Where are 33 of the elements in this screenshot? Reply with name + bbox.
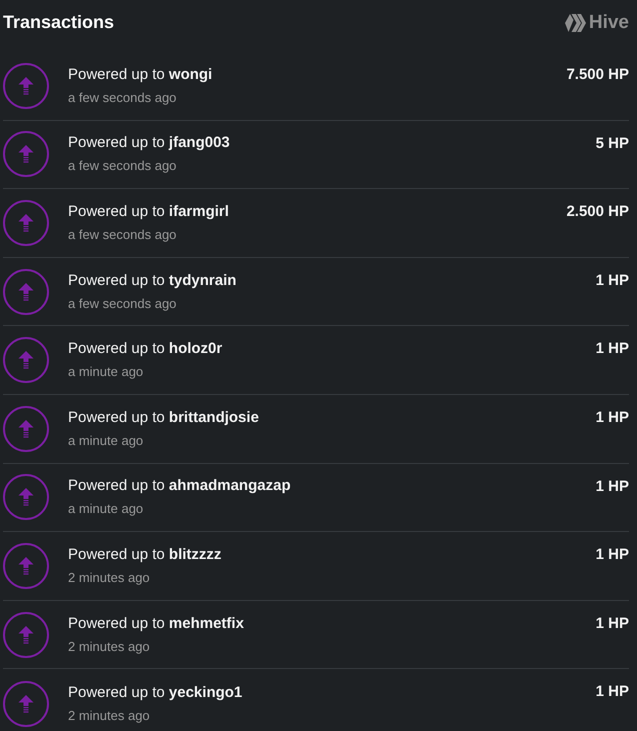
section-title: Transactions [3, 11, 114, 34]
transaction-description: Powered up to mehmetfix [68, 614, 244, 634]
transaction-amount: 1 HP [596, 682, 629, 702]
hive-logo-icon [564, 14, 586, 32]
brand-name: Hive [588, 12, 629, 34]
transaction-amount: 1 HP [596, 408, 629, 428]
transaction-time: a minute ago [68, 432, 144, 449]
transaction-time: a minute ago [68, 500, 144, 518]
transaction-description: Powered up to ahmadmangazap [68, 476, 291, 496]
transaction-amount: 1 HP [596, 339, 629, 360]
transaction-time: a few seconds ago [68, 88, 178, 106]
transaction-amount: 1 HP [596, 476, 629, 497]
transaction-description: Powered up to holoz0r [68, 339, 222, 360]
transaction-amount: 5 HP [596, 134, 629, 154]
transaction-time: a few seconds ago [68, 226, 178, 243]
transaction-description: Powered up to ifarmgirl [68, 202, 229, 222]
transaction-amount: 2.500 HP [566, 202, 629, 222]
transaction-description: Powered up to blitzzzz [68, 544, 222, 565]
transaction-time: a few seconds ago [68, 294, 178, 312]
transaction-description: Powered up to jfang003 [68, 133, 230, 154]
transaction-description: Powered up to yeckingo1 [68, 682, 242, 703]
transaction-description: Powered up to tydynrain [68, 270, 236, 291]
transaction-amount: 1 HP [596, 270, 629, 291]
transaction-amount: 1 HP [596, 545, 629, 566]
transaction-time: 2 minutes ago [68, 706, 151, 724]
transaction-amount: 7.500 HP [566, 65, 629, 85]
transaction-description: Powered up to brittandjosie [68, 408, 259, 428]
transaction-time: 2 minutes ago [68, 568, 151, 586]
transaction-amount: 1 HP [596, 614, 629, 634]
transaction-time: a minute ago [68, 363, 144, 380]
transaction-description: Powered up to wongi [68, 64, 212, 85]
transaction-time: 2 minutes ago [68, 638, 151, 655]
transaction-time: a few seconds ago [68, 157, 178, 174]
